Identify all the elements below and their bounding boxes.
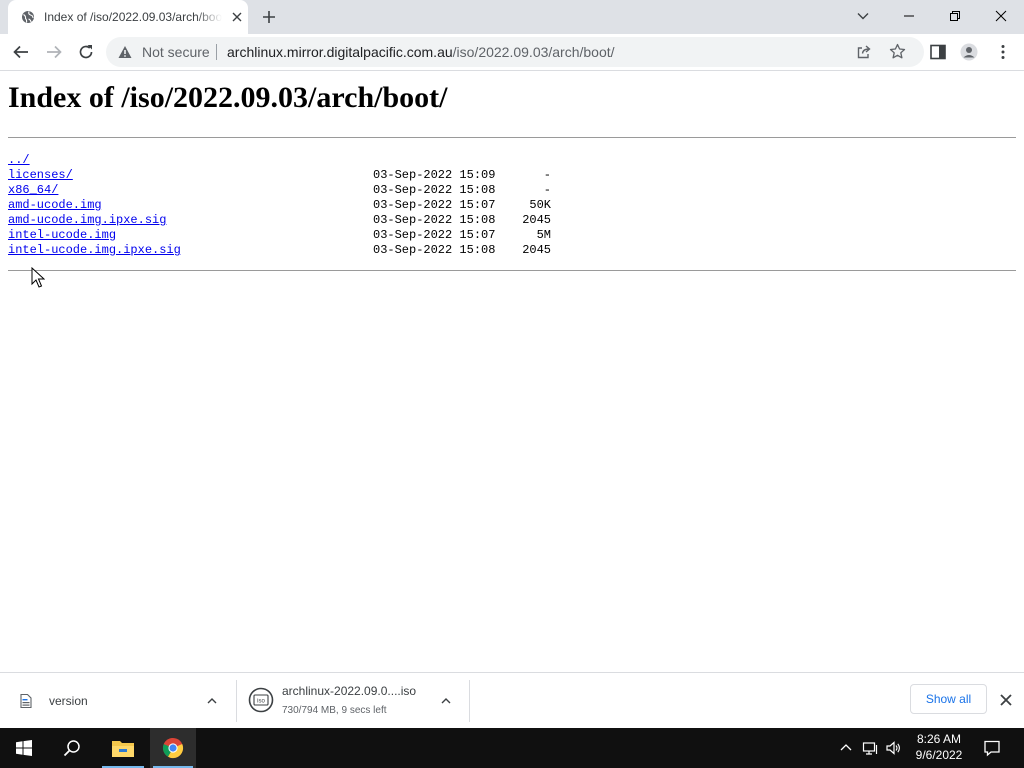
iso-disc-icon: iso [248, 687, 274, 713]
url-text[interactable]: archlinux.mirror.digitalpacific.com.au/i… [227, 44, 615, 60]
download-filename: version [49, 694, 88, 708]
url-path: /iso/2022.09.03/arch/boot/ [452, 44, 615, 60]
entry-date: 03-Sep-2022 15:08 [373, 243, 496, 257]
back-arrow-icon[interactable] [12, 43, 30, 61]
profile-avatar-icon[interactable] [960, 43, 978, 61]
restore-button[interactable] [932, 0, 978, 32]
start-button[interactable] [0, 728, 48, 768]
entry-date: 03-Sep-2022 15:09 [373, 168, 496, 182]
chevron-up-icon[interactable] [440, 695, 452, 707]
side-panel-icon[interactable] [929, 43, 947, 61]
entry-size: 50K [529, 198, 551, 212]
browser-toolbar: Not secure archlinux.mirror.digitalpacif… [0, 34, 1024, 71]
clock-date: 9/6/2022 [915, 748, 963, 762]
bookmark-star-icon[interactable] [889, 43, 906, 60]
chevron-up-tray-icon[interactable] [838, 740, 854, 756]
system-clock[interactable]: 8:26 AM 9/6/2022 [908, 731, 970, 763]
share-icon[interactable] [856, 44, 872, 60]
show-all-button[interactable]: Show all [910, 684, 987, 714]
taskbar-search-button[interactable] [48, 728, 96, 768]
chrome-icon [162, 737, 184, 759]
svg-text:iso: iso [257, 699, 265, 705]
folder-icon [112, 741, 134, 757]
windows-taskbar: 8:26 AM 9/6/2022 [0, 728, 1024, 768]
entry-size: - [543, 168, 551, 182]
reload-icon[interactable] [77, 43, 95, 61]
omnibox-divider [216, 44, 217, 60]
download-item[interactable]: iso archlinux-2022.09.0....iso 730/794 M… [237, 673, 469, 729]
search-icon [63, 740, 80, 757]
download-divider [469, 680, 470, 722]
entry-size: - [543, 183, 551, 197]
chrome-taskbar-button[interactable] [150, 728, 196, 768]
restore-icon [950, 11, 960, 21]
url-host: archlinux.mirror.digitalpacific.com.au [227, 44, 453, 60]
entry-link[interactable]: intel-ucode.img.ipxe.sig [8, 243, 181, 258]
tab-title: Index of /iso/2022.09.03/arch/boot/ [44, 10, 222, 24]
close-icon [995, 10, 1007, 22]
file-icon [20, 693, 32, 709]
file-explorer-taskbar-button[interactable] [99, 728, 147, 768]
security-label[interactable]: Not secure [142, 44, 210, 60]
browser-tab-active[interactable]: Index of /iso/2022.09.03/arch/boot/ [8, 0, 248, 34]
entry-link[interactable]: amd-ucode.img [8, 198, 102, 213]
volume-icon[interactable] [885, 740, 901, 756]
new-tab-plus-icon[interactable] [261, 9, 277, 25]
kebab-menu-icon[interactable] [994, 43, 1012, 61]
tab-strip: Index of /iso/2022.09.03/arch/boot/ [0, 0, 1024, 34]
entry-size: 2045 [522, 213, 551, 227]
entry-date: 03-Sep-2022 15:07 [373, 198, 496, 212]
parent-directory-link[interactable]: ../ [8, 153, 30, 168]
bottom-divider [8, 270, 1016, 271]
warning-triangle-icon[interactable] [118, 45, 132, 59]
windows-logo-icon [16, 740, 32, 756]
minimize-button[interactable] [886, 0, 932, 32]
page-title: Index of /iso/2022.09.03/arch/boot/ [8, 81, 448, 114]
forward-arrow-icon[interactable] [45, 43, 63, 61]
chevron-down-icon[interactable] [856, 9, 870, 23]
entry-size: 2045 [522, 243, 551, 257]
close-window-button[interactable] [978, 0, 1024, 32]
entry-date: 03-Sep-2022 15:08 [373, 183, 496, 197]
entry-date: 03-Sep-2022 15:08 [373, 213, 496, 227]
chevron-up-icon[interactable] [206, 695, 218, 707]
entry-link[interactable]: intel-ucode.img [8, 228, 116, 243]
entry-date: 03-Sep-2022 15:07 [373, 228, 496, 242]
download-filename: archlinux-2022.09.0....iso [282, 684, 417, 698]
entry-link[interactable]: x86_64/ [8, 183, 58, 198]
address-bar[interactable]: Not secure archlinux.mirror.digitalpacif… [106, 37, 924, 67]
download-shelf: version iso archlinux-2022.09.0....iso 7… [0, 672, 1024, 729]
top-divider [8, 137, 1016, 138]
close-shelf-icon[interactable] [999, 693, 1013, 707]
minimize-icon [904, 15, 914, 17]
close-tab-icon[interactable] [230, 10, 244, 24]
network-icon[interactable] [862, 740, 878, 756]
entry-link[interactable]: amd-ucode.img.ipxe.sig [8, 213, 166, 228]
globe-icon [22, 11, 34, 23]
download-progress-text: 730/794 MB, 9 secs left [282, 705, 387, 716]
clock-time: 8:26 AM [916, 732, 962, 746]
notification-center-icon[interactable] [983, 739, 1001, 757]
mouse-cursor-icon [31, 267, 45, 288]
entry-link[interactable]: licenses/ [8, 168, 73, 183]
page-content: Index of /iso/2022.09.03/arch/boot/ ../ … [0, 71, 1024, 671]
download-item[interactable]: version [0, 673, 236, 729]
entry-size: 5M [536, 228, 551, 242]
